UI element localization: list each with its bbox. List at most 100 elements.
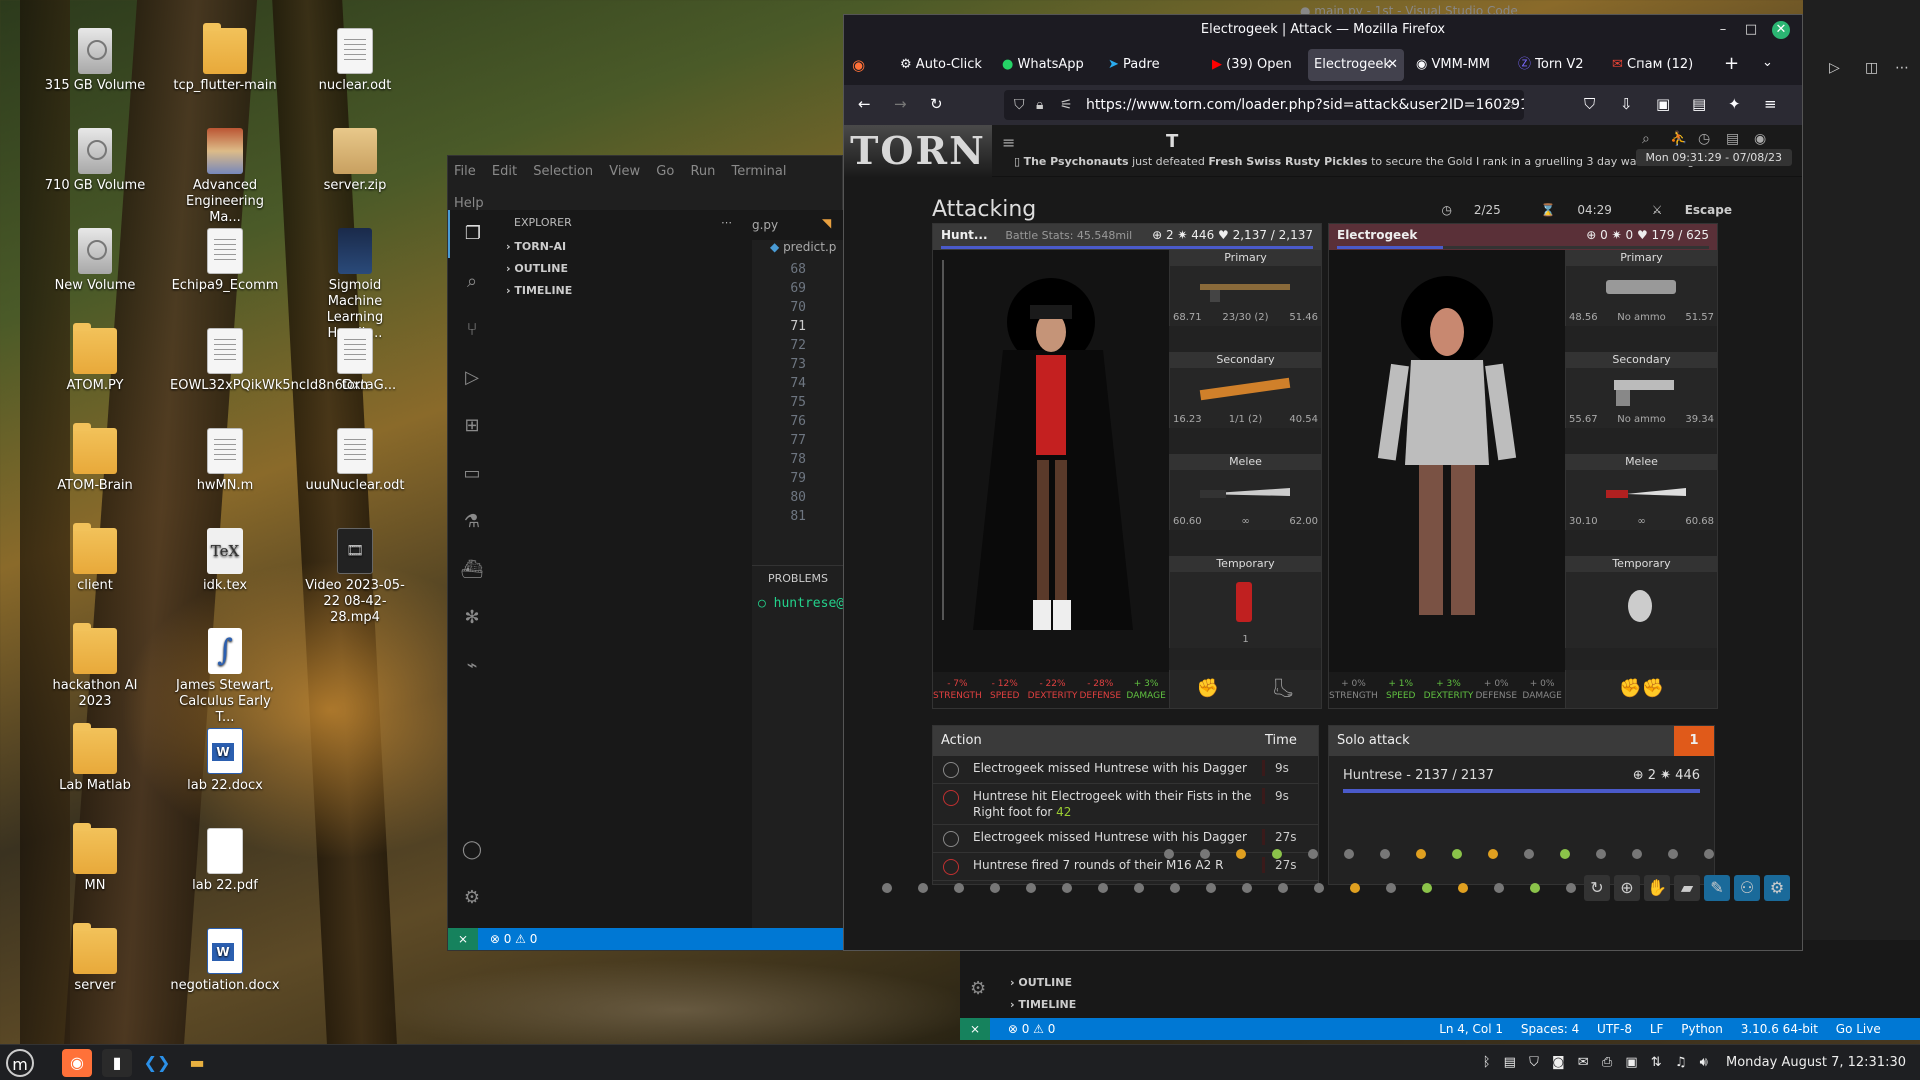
chat-status-dot[interactable] [1242, 883, 1252, 893]
cursor-position[interactable]: Ln 4, Col 1 [1439, 1022, 1503, 1036]
chat-status-dot[interactable] [1524, 849, 1534, 859]
menu-go[interactable]: Go [656, 164, 674, 179]
chat-status-dot[interactable] [1452, 849, 1462, 859]
shield-icon[interactable]: ⛉ [1014, 90, 1025, 120]
chat-status-dot[interactable] [1566, 883, 1576, 893]
explorer-icon[interactable]: ❐ [448, 210, 496, 258]
desktop-icon[interactable]: 710 GB Volume [40, 128, 150, 194]
go-live[interactable]: Go Live [1836, 1022, 1881, 1036]
fists-slot[interactable]: ✊ 🦶︎ [1169, 670, 1321, 708]
chat-status-dot[interactable] [954, 883, 964, 893]
chat-status-dot[interactable] [1272, 849, 1282, 859]
chat-status-dot[interactable] [1488, 849, 1498, 859]
account-icon[interactable]: ◯ [448, 826, 496, 874]
music-icon[interactable]: ♫ [1675, 1055, 1687, 1070]
chat-status-dot[interactable] [1596, 849, 1606, 859]
settings-gear-icon[interactable]: ⚙ [448, 874, 496, 922]
desktop-icon[interactable]: ATOM-Brain [40, 423, 150, 494]
chat-status-dot[interactable] [1530, 883, 1540, 893]
desktop-icon[interactable]: 315 GB Volume [40, 28, 150, 94]
desktop-icon[interactable]: lab 22.pdf [170, 828, 280, 894]
chat-status-dot[interactable] [882, 883, 892, 893]
kick-icon[interactable]: 🦶︎ [1246, 670, 1322, 708]
attacker-name[interactable]: Hunt... [941, 228, 988, 242]
menu-view[interactable]: View [609, 164, 640, 179]
lamp-icon[interactable]: ⌁ [448, 642, 496, 690]
desktop-icon[interactable]: Echipa9_Ecomm [170, 228, 280, 294]
desktop-icon[interactable]: lab 22.docx [170, 728, 280, 794]
escape-button[interactable]: ⚔ Escape [1634, 203, 1732, 217]
settings-gear-icon[interactable]: ⚙ [1764, 875, 1790, 901]
weapon-secondary[interactable]: Secondary 16.23 1/1 (2) 40.54 [1169, 352, 1321, 428]
update-icon[interactable]: ▣ [1625, 1055, 1637, 1070]
weapon-melee[interactable]: Melee 60.60 ∞ 62.00 [1169, 454, 1321, 530]
desktop-icon[interactable]: nuclear.odt [300, 28, 410, 94]
mail-icon[interactable]: ✉ [1578, 1055, 1589, 1070]
search-icon[interactable]: ⌕ [1642, 131, 1650, 147]
breadcrumb[interactable]: ◆ predict.p [752, 240, 844, 260]
desktop-icon[interactable]: EOWL32xPQikWk5ncId8n6DxtaG... [170, 328, 396, 394]
printer-icon[interactable]: ⎙ [1602, 1055, 1612, 1070]
solo-attacker-name[interactable]: Huntrese - 2137 / 2137 [1343, 768, 1494, 783]
people-icon[interactable]: ⚇ [1734, 875, 1760, 901]
desktop-icon[interactable]: tcp_flutter-main [170, 23, 280, 94]
desktop-icon[interactable]: uuuNuclear.odt [300, 428, 410, 494]
remote-icon[interactable]: ⨯ [960, 1018, 990, 1040]
chat-status-dot[interactable] [1026, 883, 1036, 893]
indentation[interactable]: Spaces: 4 [1521, 1022, 1579, 1036]
chat-status-dot[interactable] [1416, 849, 1426, 859]
chat-status-dot[interactable] [1344, 849, 1354, 859]
menu-help[interactable]: Help [454, 196, 484, 211]
menu-icon[interactable]: ≡ [1002, 133, 1015, 152]
chat-status-dot[interactable] [1164, 849, 1174, 859]
torn-t-icon[interactable]: T [1166, 131, 1178, 152]
section-torn-ai[interactable]: › TORN-AI [496, 236, 752, 258]
menu-edit[interactable]: Edit [492, 164, 517, 179]
tab-padre[interactable]: ➤ Padre [1102, 49, 1202, 81]
desktop-icon[interactable]: Lab Matlab [40, 723, 150, 794]
desktop-icon[interactable]: torn [300, 328, 410, 394]
split-editor-icon[interactable]: ◫ [1865, 60, 1878, 76]
chat-status-dot[interactable] [1560, 849, 1570, 859]
torn-logo[interactable]: TORN [844, 125, 992, 177]
tab-youtube[interactable]: ▶ (39) Open [1206, 49, 1302, 81]
tab-spam[interactable]: ✉ Спам (12) [1606, 49, 1696, 81]
more-actions-icon[interactable]: ⋯ [1895, 60, 1909, 76]
network-icon[interactable]: ⇅ [1651, 1055, 1662, 1070]
menu-selection[interactable]: Selection [533, 164, 593, 179]
chat-status-dot[interactable] [918, 883, 928, 893]
notes-icon[interactable]: ▤ [1726, 131, 1739, 147]
run-icon[interactable]: ▷ [1829, 60, 1840, 76]
section-timeline[interactable]: › TIMELINE [1010, 998, 1076, 1011]
permissions-icon[interactable]: ⚟ [1060, 90, 1073, 120]
chat-status-dot[interactable] [1062, 883, 1072, 893]
bluetooth-icon[interactable]: ᛒ [1483, 1055, 1491, 1070]
extension-icon[interactable]: ▣ [1656, 95, 1670, 113]
docker-icon[interactable]: ⛴ [448, 546, 496, 594]
chat-status-dot[interactable] [1278, 883, 1288, 893]
menu-terminal[interactable]: Terminal [732, 164, 787, 179]
people-icon[interactable]: ⛹ [1670, 131, 1687, 147]
chat-status-dot[interactable] [1350, 883, 1360, 893]
line-ending[interactable]: LF [1650, 1022, 1664, 1036]
section-outline[interactable]: › OUTLINE [1010, 976, 1072, 989]
testing-icon[interactable]: ⚗ [448, 498, 496, 546]
tab-vmm[interactable]: ◉ VMM-MM [1410, 49, 1506, 81]
chat-status-dot[interactable] [990, 883, 1000, 893]
settings-gear-icon[interactable]: ⚙ [970, 978, 986, 999]
desktop-icon[interactable]: hwMN.m [170, 428, 280, 494]
desktop-icon[interactable]: server [40, 923, 150, 994]
desktop-icon[interactable]: New Volume [40, 228, 150, 294]
desktop-icon[interactable]: MN [40, 823, 150, 894]
firefox-menu-icon[interactable]: ◉ [852, 56, 865, 74]
chat-status-dot[interactable] [1458, 883, 1468, 893]
list-tabs-icon[interactable]: ⌄ [1762, 55, 1773, 70]
desktop-icon[interactable]: ∫ James Stewart, Calculus Early T... [170, 628, 280, 726]
extensions-puzzle-icon[interactable]: ✦ [1728, 95, 1741, 113]
desktop-icon[interactable]: 🎞 Video 2023-05-22 08-42-28.mp4 [300, 528, 410, 626]
reload-icon[interactable]: ↻ [930, 95, 943, 113]
forward-icon[interactable]: → [894, 95, 907, 113]
weapon-temporary[interactable]: Temporary 1 [1169, 556, 1321, 648]
tab-whatsapp[interactable]: ● WhatsApp [996, 49, 1096, 81]
run-debug-icon[interactable]: ▷ [448, 354, 496, 402]
